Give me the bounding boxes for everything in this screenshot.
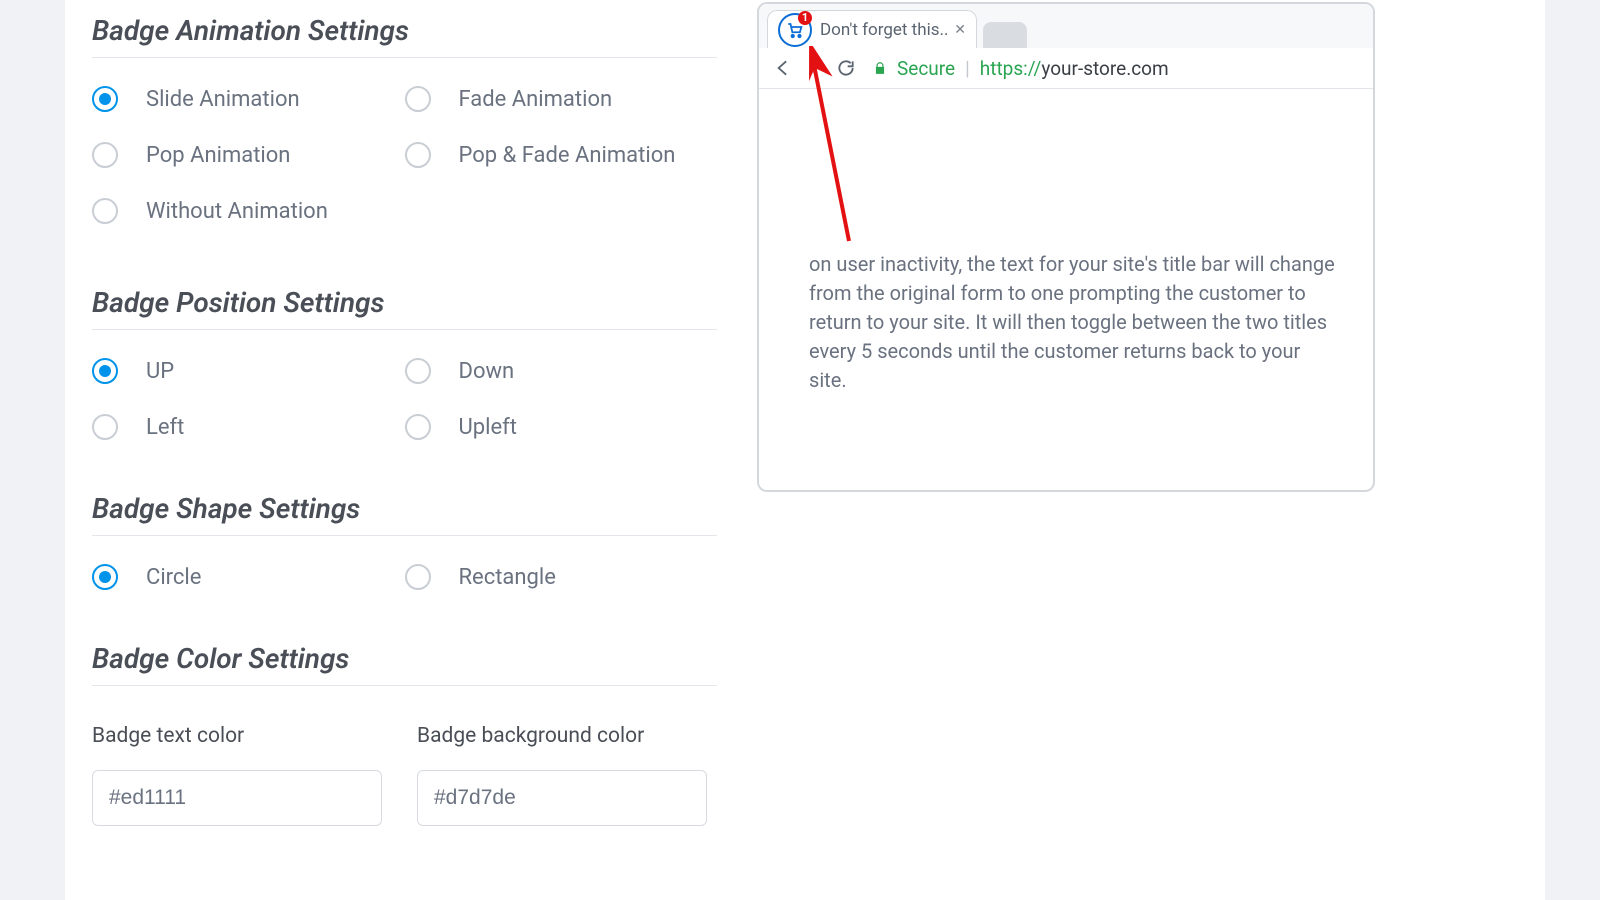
- radio-icon: [92, 358, 118, 384]
- radio-pop-animation[interactable]: Pop Animation: [92, 142, 405, 168]
- badge-text-color-field: Badge text color: [92, 724, 382, 826]
- radio-icon: [405, 564, 431, 590]
- color-label: Badge background color: [417, 724, 707, 748]
- badge-bg-color-input[interactable]: [418, 771, 707, 825]
- reload-icon[interactable]: [831, 53, 861, 83]
- radio-icon: [405, 414, 431, 440]
- radio-down[interactable]: Down: [405, 358, 718, 384]
- color-input-wrap: [92, 770, 382, 826]
- url-protocol: https://: [980, 57, 1042, 80]
- secure-label: Secure: [897, 57, 955, 80]
- radio-circle[interactable]: Circle: [92, 564, 405, 590]
- radio-icon: [92, 198, 118, 224]
- radio-up[interactable]: UP: [92, 358, 405, 384]
- radio-label: Down: [459, 359, 515, 384]
- favicon-badge: 1: [798, 11, 812, 25]
- radio-label: Upleft: [459, 415, 517, 440]
- color-input-wrap: [417, 770, 707, 826]
- section-title-animation: Badge Animation Settings: [92, 14, 717, 58]
- radio-label: Circle: [146, 565, 201, 590]
- radio-label: Slide Animation: [146, 87, 300, 112]
- back-icon[interactable]: [767, 53, 797, 83]
- cart-icon: 1: [778, 13, 812, 47]
- lock-icon: [873, 61, 887, 75]
- browser-tab[interactable]: 1 Don't forget this.. ✕: [767, 10, 977, 48]
- radio-left[interactable]: Left: [92, 414, 405, 440]
- radio-label: Pop Animation: [146, 143, 290, 168]
- radio-icon: [405, 86, 431, 112]
- badge-text-color-input[interactable]: [93, 771, 382, 825]
- radio-icon: [92, 142, 118, 168]
- radio-icon: [92, 564, 118, 590]
- forward-icon: [799, 53, 829, 83]
- radio-fade-animation[interactable]: Fade Animation: [405, 86, 718, 112]
- radio-slide-animation[interactable]: Slide Animation: [92, 86, 405, 112]
- radio-pop-fade-animation[interactable]: Pop & Fade Animation: [405, 142, 718, 168]
- radio-label: Without Animation: [146, 199, 328, 224]
- radio-icon: [92, 86, 118, 112]
- radio-upleft[interactable]: Upleft: [405, 414, 718, 440]
- browser-preview: 1 Don't forget this.. ✕ Secure |: [757, 2, 1375, 492]
- url-domain: your-store.com: [1041, 57, 1168, 80]
- radio-label: Left: [146, 415, 184, 440]
- badge-bg-color-field: Badge background color: [417, 724, 707, 826]
- separator: |: [965, 57, 970, 80]
- section-title-color: Badge Color Settings: [92, 642, 717, 686]
- radio-label: Pop & Fade Animation: [459, 143, 676, 168]
- close-icon[interactable]: ✕: [954, 22, 966, 38]
- radio-icon: [405, 142, 431, 168]
- position-options: UP Down Left Upleft: [92, 358, 717, 470]
- browser-navbar: Secure | https://your-store.com: [759, 48, 1373, 89]
- section-title-position: Badge Position Settings: [92, 286, 717, 330]
- radio-label: Fade Animation: [459, 87, 613, 112]
- url-text: https://your-store.com: [980, 57, 1169, 80]
- tab-title: Don't forget this..: [820, 20, 950, 40]
- section-title-shape: Badge Shape Settings: [92, 492, 717, 536]
- radio-label: UP: [146, 359, 174, 384]
- radio-label: Rectangle: [459, 565, 556, 590]
- radio-without-animation[interactable]: Without Animation: [92, 198, 422, 224]
- new-tab-button[interactable]: [983, 22, 1027, 48]
- color-label: Badge text color: [92, 724, 382, 748]
- radio-icon: [405, 358, 431, 384]
- shape-options: Circle Rectangle: [92, 564, 717, 620]
- preview-description: on user inactivity, the text for your si…: [809, 250, 1341, 395]
- radio-rectangle[interactable]: Rectangle: [405, 564, 718, 590]
- settings-form: Badge Animation Settings Slide Animation…: [92, 0, 717, 826]
- address-bar[interactable]: Secure | https://your-store.com: [873, 57, 1365, 80]
- browser-tabbar: 1 Don't forget this.. ✕: [759, 4, 1373, 48]
- radio-icon: [92, 414, 118, 440]
- animation-options: Slide Animation Fade Animation Pop Anima…: [92, 86, 717, 254]
